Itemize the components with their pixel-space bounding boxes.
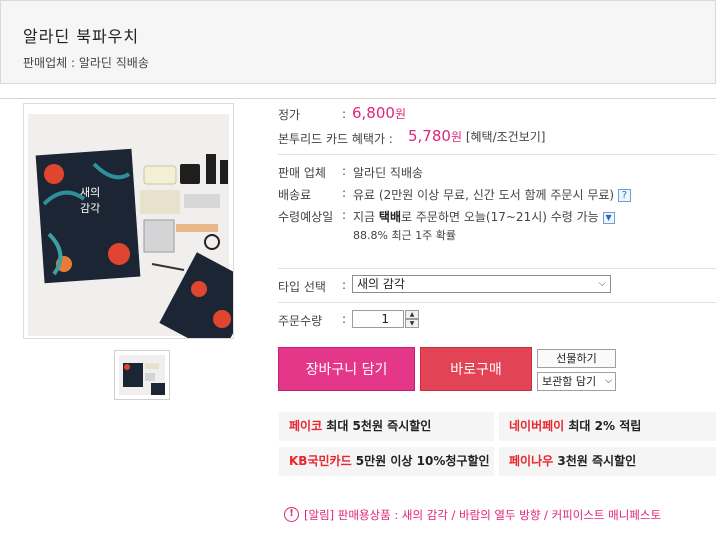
- save-to-wishlist-select[interactable]: 보관함 담기 ⌵: [537, 372, 616, 391]
- delivery-eta-colon: :: [342, 208, 347, 222]
- delivery-eta-label: 수령예상일: [278, 210, 334, 224]
- list-price-colon: :: [342, 107, 347, 121]
- buy-now-button[interactable]: 바로구매: [420, 347, 532, 391]
- type-select[interactable]: 새의 감각 ⌵: [352, 275, 611, 293]
- delivery-probability: 88.8% 최근 1주 확률: [353, 229, 457, 242]
- eta-suffix: 로 주문하면 오늘(17~21시) 수령 가능: [401, 210, 599, 224]
- promo-text: 최대 2% 적립: [564, 419, 642, 433]
- product-photo: 새의 감각: [28, 114, 259, 356]
- promo-payco[interactable]: 페이코 최대 5천원 즉시할인: [279, 412, 494, 441]
- quantity-label: 주문수량: [278, 314, 323, 328]
- quantity-colon: :: [342, 312, 347, 326]
- save-label: 보관함 담기: [542, 375, 597, 388]
- add-to-cart-button[interactable]: 장바구니 담기: [278, 347, 415, 391]
- divider: [278, 302, 716, 303]
- quantity-down-icon[interactable]: ▼: [405, 319, 419, 328]
- divider: [0, 98, 716, 99]
- notice-text[interactable]: [알림] 판매용상품 : 새의 감각 / 바람의 열두 방향 / 커피이스트 매…: [304, 506, 704, 524]
- eta-method: 택배: [378, 210, 402, 224]
- promo-brand: 페이코: [289, 419, 323, 433]
- promo-brand: 페이나우: [509, 454, 554, 468]
- promo-naverpay[interactable]: 네이버페이 최대 2% 적립: [499, 412, 716, 441]
- promo-text: 5만원 이상 10%청구할인: [351, 454, 490, 468]
- promo-kbcard[interactable]: KB국민카드 5만원 이상 10%청구할인: [279, 447, 494, 476]
- card-price-label: 본투리드 카드 혜택가 :: [278, 132, 393, 146]
- shipping-fee-label: 배송료: [278, 188, 312, 202]
- list-price-value: 6,800: [352, 104, 395, 122]
- list-price-won: 원: [394, 107, 406, 121]
- promo-paynow[interactable]: 페이나우 3천원 즉시할인: [499, 447, 716, 476]
- product-thumbnail[interactable]: [114, 350, 170, 400]
- card-price-value: 5,780: [408, 127, 451, 145]
- gift-button[interactable]: 선물하기: [537, 349, 616, 368]
- product-header: 알라딘 북파우치 판매업체 : 알라딘 직배송: [0, 0, 716, 84]
- promo-text: 3천원 즉시할인: [553, 454, 637, 468]
- shipping-fee-text: 유료 (2만원 이상 무료, 신간 도서 함께 주문시 무료): [353, 188, 615, 202]
- thumbnail-photo: [119, 355, 165, 395]
- list-price: 6,800원: [352, 104, 406, 122]
- help-icon[interactable]: ?: [617, 189, 631, 202]
- list-price-label: 정가: [278, 108, 301, 122]
- alert-icon: !: [284, 507, 299, 522]
- svg-text:감각: 감각: [80, 202, 100, 215]
- type-select-value: 새의 감각: [357, 277, 405, 291]
- seller-value: 알라딘 직배송: [353, 166, 424, 180]
- quantity-up-icon[interactable]: ▲: [405, 310, 419, 319]
- type-select-label: 타입 선택: [278, 280, 326, 294]
- card-price-won: 원: [450, 130, 462, 144]
- shipping-fee-value: 유료 (2만원 이상 무료, 신간 도서 함께 주문시 무료) ?: [353, 186, 631, 203]
- promo-text: 최대 5천원 즉시할인: [322, 419, 432, 433]
- quantity-input[interactable]: 1: [352, 310, 404, 328]
- type-select-colon: :: [342, 278, 347, 292]
- benefit-link[interactable]: [혜택/조건보기]: [466, 130, 546, 144]
- svg-text:새의: 새의: [80, 186, 100, 199]
- promo-brand: KB국민카드: [289, 454, 352, 468]
- seller-line: 판매업체 : 알라딘 직배송: [23, 56, 149, 70]
- divider: [278, 154, 716, 155]
- promo-brand: 네이버페이: [509, 419, 565, 433]
- seller-label: 판매 업체: [278, 166, 326, 180]
- eta-prefix: 지금: [353, 210, 376, 224]
- chevron-down-icon: ⌵: [605, 376, 612, 386]
- shipping-fee-colon: :: [342, 186, 347, 200]
- chevron-down-icon: ⌵: [598, 278, 606, 289]
- product-image[interactable]: 새의 감각: [23, 103, 259, 356]
- card-price: 5,780원 [혜택/조건보기]: [408, 127, 545, 145]
- divider: [278, 268, 716, 269]
- chevron-down-icon[interactable]: ▼: [602, 211, 615, 224]
- delivery-eta-value: 지금 택배로 주문하면 오늘(17~21시) 수령 가능 ▼: [353, 208, 615, 225]
- seller-colon: :: [342, 164, 347, 178]
- product-title: 알라딘 북파우치: [23, 27, 140, 46]
